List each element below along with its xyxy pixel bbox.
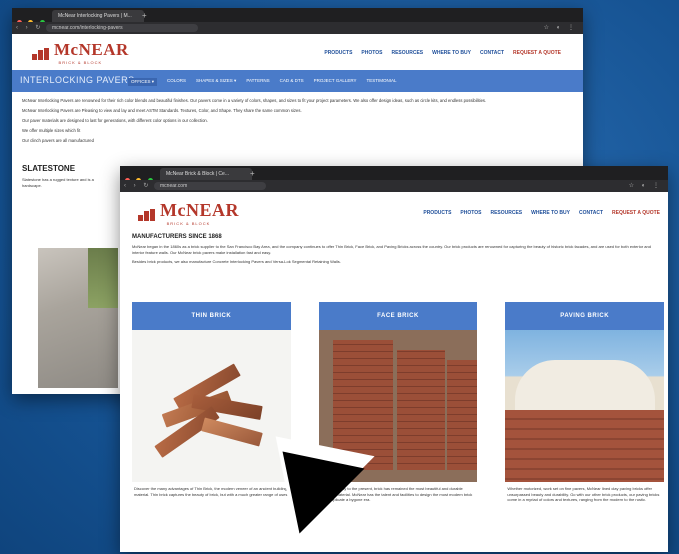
browser-tab[interactable]: McNear Brick & Block | Ce...: [160, 168, 252, 180]
tab-title: McNear Brick & Block | Ce...: [166, 171, 229, 177]
request-quote-link[interactable]: REQUEST A QUOTE: [513, 50, 561, 56]
card-title[interactable]: THIN BRICK: [132, 302, 291, 330]
top-nav: PRODUCTS PHOTOS RESOURCES WHERE TO BUY C…: [423, 210, 660, 216]
nav-resources[interactable]: RESOURCES: [490, 210, 522, 216]
subnav-testimonial[interactable]: TESTIMONIAL: [367, 78, 397, 86]
sub-nav: OFFICES ▾ COLORS SHAPES & SIZES ▾ PATTER…: [128, 78, 397, 86]
nav-arrows-icon[interactable]: ‹ › ↻: [16, 24, 43, 31]
browser-tab[interactable]: McNear Interlocking Pavers | M...: [52, 10, 144, 22]
logo-subtitle: BRICK & BLOCK: [166, 221, 211, 226]
new-tab-icon[interactable]: +: [250, 168, 255, 180]
card-title[interactable]: FACE BRICK: [318, 302, 478, 330]
paragraph: Our clinch pavers are all manufactured: [22, 138, 94, 143]
nav-resources[interactable]: RESOURCES: [391, 50, 423, 56]
card-title[interactable]: PAVING BRICK: [505, 302, 665, 330]
logo-roof-icon: [138, 209, 160, 221]
address-bar-row: ‹ › ↻ mcnear.com/interlocking-pavers ☆ ◐…: [12, 22, 583, 34]
subnav-project-gallery[interactable]: PROJECT GALLERY: [314, 78, 357, 86]
product-cards: THIN BRICK Discover the many advantages …: [132, 302, 665, 507]
url-field[interactable]: mcnear.com: [154, 182, 266, 190]
nav-products[interactable]: PRODUCTS: [423, 210, 451, 216]
site-header: McNEAR BRICK & BLOCK PRODUCTS PHOTOS RES…: [12, 34, 583, 70]
page-title: INTERLOCKING PAVERS: [20, 75, 135, 85]
subnav-shapes-sizes[interactable]: SHAPES & SIZES ▾: [196, 78, 236, 86]
manufacturers-heading: MANUFACTURERS SINCE 1868: [132, 234, 222, 240]
logo-text: McNEAR: [160, 200, 239, 220]
subnav-cad-dts[interactable]: CAD & DTS: [280, 78, 304, 86]
logo-text: McNEAR: [54, 40, 129, 59]
paragraph: McNear Interlocking Pavers are Pleasing …: [22, 108, 302, 113]
nav-contact[interactable]: CONTACT: [480, 50, 504, 56]
card-paving-brick[interactable]: PAVING BRICK Whether motorized, work set…: [505, 302, 665, 507]
tab-title: McNear Interlocking Pavers | M...: [58, 13, 132, 19]
tab-bar: McNear Brick & Block | Ce... +: [120, 166, 668, 183]
top-nav: PRODUCTS PHOTOS RESOURCES WHERE TO BUY C…: [324, 50, 561, 56]
intro-paragraphs: McNear began in the 1860s as a brick sup…: [120, 244, 668, 265]
paragraph: We offer multiple sizes which fit: [22, 128, 81, 133]
subnav-colors[interactable]: COLORS: [167, 78, 186, 86]
request-quote-link[interactable]: REQUEST A QUOTE: [612, 210, 660, 216]
site-header: McNEAR BRICK & BLOCK PRODUCTS PHOTOS RES…: [120, 192, 668, 230]
nav-photos[interactable]: PHOTOS: [361, 50, 382, 56]
address-bar-row: ‹ › ↻ mcnear.com ☆ ◐ ⋮: [120, 180, 668, 192]
logo-roof-icon: [32, 48, 54, 60]
page-title-bar: INTERLOCKING PAVERS OFFICES ▾ COLORS SHA…: [12, 70, 583, 92]
intro-paragraphs: McNear Interlocking Pavers are renowned …: [12, 92, 583, 154]
card-text: Whether motorized, work set on fine pave…: [507, 486, 660, 502]
tab-bar: McNear Interlocking Pavers | M... +: [12, 8, 583, 25]
nav-photos[interactable]: PHOTOS: [460, 210, 481, 216]
paragraph: Besides brick products, we also manufact…: [132, 259, 341, 264]
url-field[interactable]: mcnear.com/interlocking-pavers: [46, 24, 198, 32]
mcnear-logo[interactable]: McNEAR BRICK & BLOCK: [32, 40, 129, 65]
browser-window-home[interactable]: McNear Brick & Block | Ce... + ‹ › ↻ mcn…: [120, 166, 668, 552]
nav-products[interactable]: PRODUCTS: [324, 50, 352, 56]
paragraph: McNear Interlocking Pavers are renowned …: [22, 98, 487, 103]
mcnear-logo[interactable]: McNEAR BRICK & BLOCK: [138, 200, 239, 226]
nav-where-to-buy[interactable]: WHERE TO BUY: [531, 210, 570, 216]
nav-contact[interactable]: CONTACT: [579, 210, 603, 216]
new-tab-icon[interactable]: +: [142, 10, 147, 22]
nav-where-to-buy[interactable]: WHERE TO BUY: [432, 50, 471, 56]
subnav-patterns[interactable]: PATTERNS: [246, 78, 269, 86]
paragraph: Our paver materials are designed to last…: [22, 118, 208, 123]
paving-brick-photo: [505, 330, 665, 482]
browser-tools-icon[interactable]: ☆ ◐ ⋮: [629, 182, 662, 189]
nav-arrows-icon[interactable]: ‹ › ↻: [124, 182, 151, 189]
paragraph: McNear began in the 1860s as a brick sup…: [132, 244, 651, 255]
slatestone-photo: [38, 248, 118, 388]
browser-tools-icon[interactable]: ☆ ◐ ⋮: [544, 24, 577, 31]
section-text: Slatestone has a rugged texture and is a…: [22, 177, 94, 188]
logo-subtitle: BRICK & BLOCK: [58, 60, 103, 65]
subnav-offices[interactable]: OFFICES ▾: [128, 78, 158, 86]
